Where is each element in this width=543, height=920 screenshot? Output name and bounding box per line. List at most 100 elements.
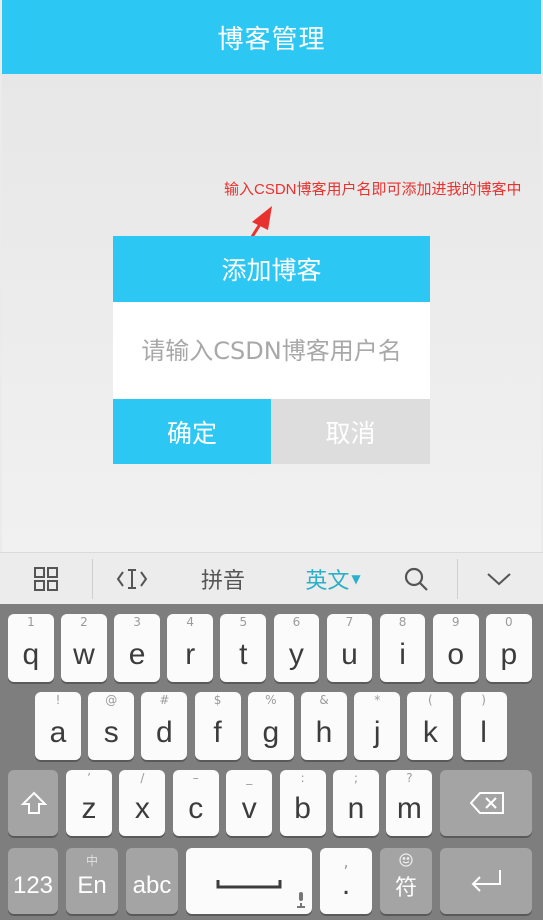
key-k[interactable]: (k [407,692,454,760]
key-g[interactable]: % g [247,692,294,760]
key-label: l [480,716,487,749]
grid-icon[interactable] [20,553,72,605]
key-label: b [294,792,311,825]
keyboard-toolbar: 拼音 英文 ▼ [0,552,543,605]
key-o[interactable]: 9o [432,614,479,682]
abc-key[interactable]: abc [126,848,178,914]
key-label: a [49,716,67,749]
key-hint: & [319,693,329,707]
key-s[interactable]: @ s [88,692,135,760]
cursor-icon[interactable] [106,553,158,605]
key-p[interactable]: 0p [485,614,532,682]
key-label: y [288,638,304,671]
pinyin-toggle[interactable]: 拼音 [185,553,261,605]
key-c[interactable]: – c [172,770,219,836]
key-hint: * [374,693,381,707]
key-label: f [213,716,222,749]
key-n[interactable]: ; n [333,770,379,836]
key-hint: ) [481,693,486,707]
emoji-icon [399,853,413,867]
key-label: t [239,638,248,671]
key-l[interactable]: ) l [460,692,507,760]
enter-key[interactable] [440,848,532,914]
key-v[interactable]: _ v [226,770,273,836]
add-blog-dialog: 添加博客 确定 取消 [113,236,430,464]
key-hint: 6 [292,615,301,629]
chevron-down-icon[interactable] [475,553,523,605]
key-z[interactable]: ’ z [66,770,112,836]
app-header: 博客管理 [2,0,541,74]
key-label: c [188,792,204,825]
enter-icon [471,870,501,892]
blog-username-input[interactable] [113,302,430,399]
mic-icon [297,892,305,908]
key-hint: # [159,693,170,707]
language-switch-key[interactable]: 中 En [66,848,118,914]
key-j[interactable]: * j [354,692,401,760]
key-hint: 5 [239,615,248,629]
key-y[interactable]: 6y [273,614,320,682]
key-d[interactable]: # d [141,692,188,760]
key-label: p [500,638,518,671]
key-label: k [422,716,438,749]
key-i[interactable]: 8i [379,614,426,682]
key-label: h [315,716,333,749]
key-f[interactable]: $ f [194,692,241,760]
key-hint: ( [428,693,433,707]
page-title: 博客管理 [217,24,326,55]
key-b[interactable]: :b [279,770,326,836]
key-hint: 7 [345,615,354,629]
key-hint: 0 [504,615,513,629]
toolbar-divider [92,559,93,599]
key-label: i [399,638,406,671]
dropdown-caret-icon: ▼ [351,572,361,586]
key-hint: ; [353,771,359,785]
key-t[interactable]: 5t [220,614,267,682]
space-bar-icon [216,880,282,889]
symbols-key[interactable]: 符 [380,848,432,914]
shift-key[interactable] [8,770,58,836]
backspace-icon [470,792,504,814]
period-key-label: . [341,868,351,901]
key-hint: $ [213,693,222,707]
key-hint: % [265,693,277,707]
confirm-button[interactable]: 确定 [113,399,271,464]
key-label: s [103,716,119,749]
key-label: d [156,716,173,749]
language-key-hint: 中 [85,854,98,868]
key-label: w [73,638,95,671]
key-m[interactable]: ? m [386,770,433,836]
key-w[interactable]: 2w [61,614,107,682]
key-e[interactable]: 3e [114,614,160,682]
key-label: m [396,792,422,825]
key-hint: ! [55,693,61,707]
search-icon[interactable] [392,553,440,605]
key-hint: ? [406,771,413,785]
key-a[interactable]: ! a [35,692,81,760]
key-hint: / [140,771,145,785]
backspace-key[interactable] [440,770,532,836]
key-h[interactable]: & h [301,692,347,760]
key-q[interactable]: 1q [8,614,54,682]
key-u[interactable]: 7u [326,614,373,682]
space-key[interactable] [186,848,312,914]
key-hint: _ [246,771,253,785]
key-label: g [262,716,280,749]
english-label: 英文 [305,569,350,594]
language-key-label: En [77,872,107,899]
key-hint: : [300,771,305,785]
key-hint: 8 [398,615,407,629]
key-label: x [134,792,150,825]
numbers-key[interactable]: 123 [8,848,58,914]
annotation-label: 输入CSDN博客用户名即可添加进我的博客中 [224,181,522,198]
key-label: r [185,638,196,671]
cancel-button[interactable]: 取消 [271,399,430,464]
key-label: j [373,716,381,749]
key-x[interactable]: / x [119,770,166,836]
key-r[interactable]: 4r [167,614,214,682]
key-label: v [241,792,257,825]
english-toggle[interactable]: 英文 ▼ [290,553,376,605]
key-hint: 4 [186,615,195,629]
period-key[interactable]: , . [320,848,372,914]
key-hint: 3 [133,615,141,629]
